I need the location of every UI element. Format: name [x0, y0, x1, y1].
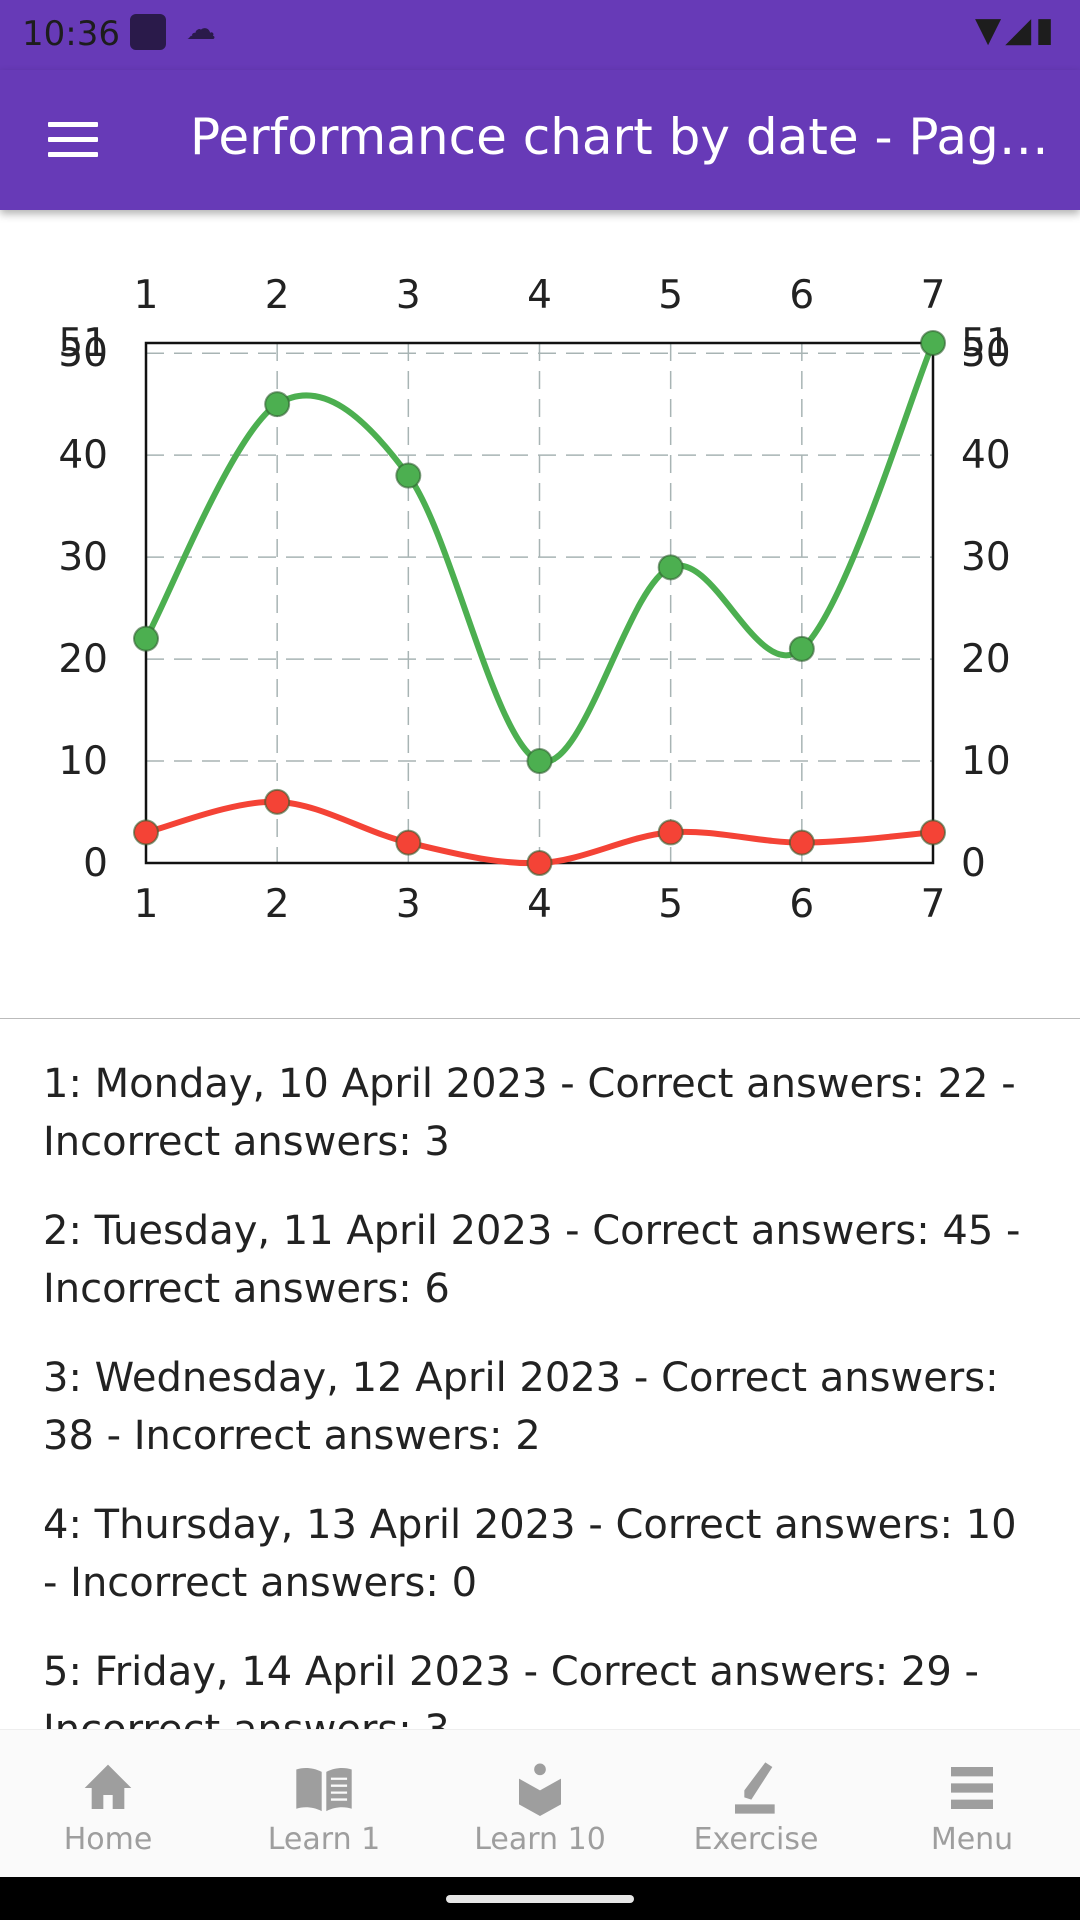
y-tick-right: 0 [961, 841, 986, 886]
x-tick-bottom: 4 [527, 882, 552, 927]
book-open-icon [296, 1768, 352, 1812]
nav-label: Menu [930, 1822, 1014, 1857]
nav-learn-1[interactable]: Learn 1 [216, 1730, 432, 1877]
data-point-0 [395, 462, 422, 489]
x-tick-top: 3 [396, 273, 421, 318]
data-point-1 [657, 819, 684, 846]
x-tick-top: 5 [658, 273, 683, 318]
bottom-navigation: Home Learn 1 Learn 10 Exercise Menu [0, 1729, 1080, 1877]
nav-label: Learn 1 [267, 1822, 381, 1857]
signal-battery-icons: ▼◢▮ [974, 10, 1058, 50]
y-tick-left: 10 [58, 739, 108, 784]
notification-icon [130, 14, 166, 50]
data-point-0 [133, 625, 159, 652]
x-tick-top: 1 [134, 273, 159, 318]
performance-chart: 0 010 1020 2030 3040 4050 5051 5111223344556677 [58, 273, 1011, 927]
list-item: 1: Monday, 10 April 2023 - Correct answe… [43, 1061, 1016, 1165]
x-tick-top: 7 [921, 273, 946, 318]
pencil-icon [735, 1762, 775, 1814]
x-tick-bottom: 7 [921, 882, 946, 927]
list-item: 2: Tuesday, 11 April 2023 - Correct answ… [43, 1208, 1021, 1312]
status-time: 10:36 [22, 14, 120, 54]
x-tick-bottom: 3 [396, 882, 421, 927]
x-tick-top: 2 [265, 273, 290, 318]
y-max-left: 51 [58, 321, 108, 366]
reader-icon [519, 1763, 561, 1816]
data-point-1 [526, 850, 553, 876]
nav-menu[interactable]: Menu [864, 1730, 1080, 1877]
y-tick-left: 40 [58, 433, 108, 478]
nav-exercise[interactable]: Exercise [648, 1730, 864, 1877]
data-point-0 [657, 554, 684, 581]
hamburger-menu-icon[interactable] [48, 122, 98, 158]
nav-learn-10[interactable]: Learn 10 [432, 1730, 648, 1877]
cloud-icon: ☁ [186, 12, 216, 47]
nav-home[interactable]: Home [0, 1730, 216, 1877]
home-icon [84, 1764, 132, 1809]
app-bar: Performance chart by date - Page 1 [0, 70, 1080, 210]
data-point-1 [920, 819, 946, 846]
y-max-right: 51 [961, 321, 1011, 366]
menu-icon [951, 1767, 993, 1809]
y-tick-right: 10 [961, 739, 1011, 784]
system-navigation-bar [0, 1877, 1080, 1920]
x-tick-top: 6 [789, 273, 814, 318]
nav-label: Home [63, 1822, 153, 1857]
x-tick-top: 4 [527, 273, 552, 318]
x-tick-bottom: 2 [265, 882, 290, 927]
data-point-1 [264, 788, 291, 815]
y-tick-right: 20 [961, 637, 1011, 682]
list-item: 3: Wednesday, 12 April 2023 - Correct an… [43, 1355, 999, 1459]
data-point-0 [788, 635, 815, 662]
x-tick-bottom: 1 [134, 882, 159, 927]
y-tick-left: 30 [58, 535, 108, 580]
x-tick-bottom: 6 [789, 882, 814, 927]
x-tick-bottom: 5 [658, 882, 683, 927]
data-point-0 [264, 391, 291, 418]
nav-label: Exercise [693, 1822, 819, 1857]
home-gesture-handle[interactable] [446, 1895, 634, 1903]
y-tick-right: 30 [961, 535, 1011, 580]
nav-label: Learn 10 [474, 1822, 606, 1857]
y-tick-right: 40 [961, 433, 1011, 478]
data-point-1 [788, 829, 815, 856]
data-point-0 [526, 748, 553, 775]
entries-list: 1: Monday, 10 April 2023 - Correct answe… [43, 1055, 1043, 1790]
list-item: 4: Thursday, 13 April 2023 - Correct ans… [43, 1502, 1017, 1606]
data-point-0 [920, 330, 946, 356]
y-tick-left: 0 [83, 841, 108, 886]
divider [0, 1018, 1080, 1019]
data-point-1 [395, 829, 422, 856]
y-tick-left: 20 [58, 637, 108, 682]
data-point-1 [133, 819, 159, 846]
page-title: Performance chart by date - Page 1 [190, 108, 1060, 166]
status-bar: 10:36 ☁ ▼◢▮ [0, 0, 1080, 70]
